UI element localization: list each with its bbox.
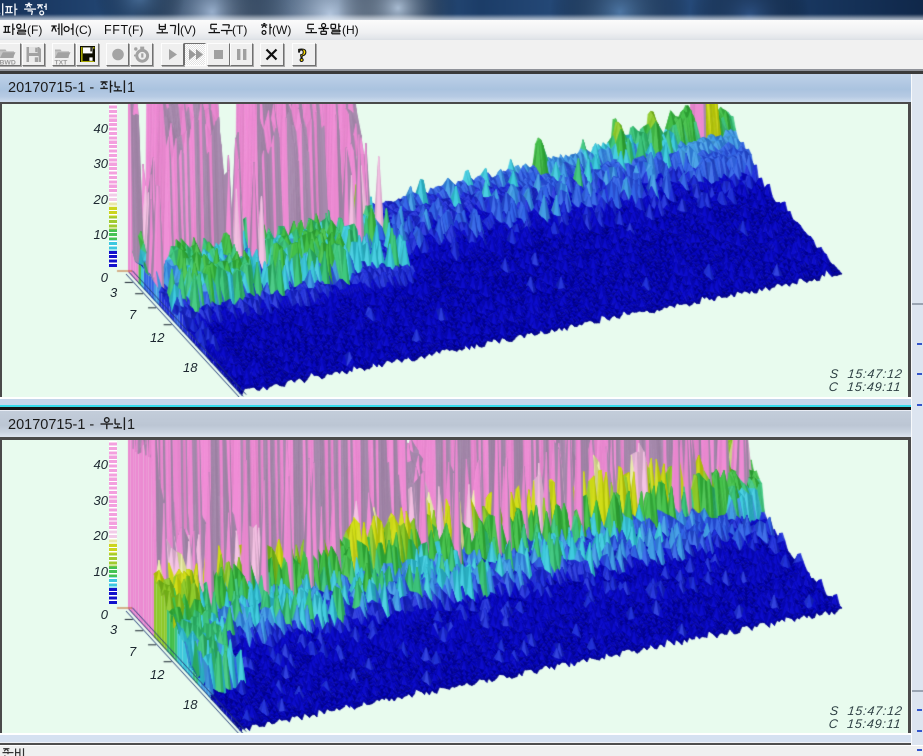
svg-text:F: F [112, 23, 120, 37]
svg-text:BWD: BWD [0, 60, 16, 65]
svg-text:F: F [104, 23, 112, 37]
svg-text:(C): (C) [75, 23, 92, 37]
svg-text:(V): (V) [180, 23, 196, 37]
svg-text:1: 1 [127, 80, 135, 96]
svg-text:(H): (H) [342, 23, 359, 37]
svg-text:1: 1 [127, 417, 135, 433]
svg-text:TXT: TXT [55, 60, 69, 65]
svg-text:(F): (F) [27, 23, 42, 37]
svg-text:(W): (W) [272, 23, 291, 37]
svg-text:20170715-1 -: 20170715-1 - [8, 80, 94, 96]
svg-text:(T): (T) [232, 23, 247, 37]
svg-text:(F): (F) [128, 23, 143, 37]
svg-text:?: ? [298, 46, 308, 66]
svg-text:20170715-1 -: 20170715-1 - [8, 417, 94, 433]
